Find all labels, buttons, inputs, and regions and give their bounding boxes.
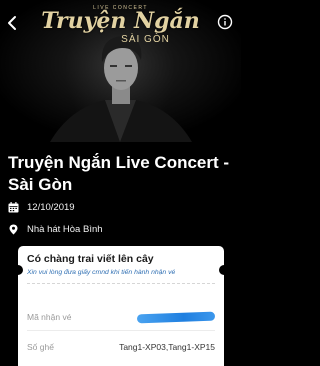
ticket-code-label: Mã nhận vé: [27, 312, 72, 322]
event-title: Truyện Ngắn Live Concert - Sài Gòn: [8, 153, 230, 194]
info-icon: [217, 14, 233, 30]
event-date-row: 12/10/2019: [8, 200, 75, 214]
event-details: Truyện Ngắn Live Concert - Sài Gòn 12/10…: [0, 142, 241, 254]
ticket-code-redacted: [136, 311, 216, 323]
event-date: 12/10/2019: [27, 201, 75, 213]
ticket-notch-right: [219, 265, 229, 275]
ticket-note: Xin vui lòng đưa giấy cmnd khi tiến hành…: [27, 269, 176, 276]
logo-title: Truyện Ngắn: [41, 8, 200, 34]
logo-subtitle: SÀI GÒN: [121, 34, 170, 45]
seat-label: Số ghế: [27, 342, 54, 352]
event-venue: Nhà hát Hòa Bình: [27, 223, 103, 235]
info-button[interactable]: [217, 14, 233, 30]
ticket-notch-left: [13, 265, 23, 275]
calendar-icon: [8, 201, 19, 212]
ticket-divider: [27, 283, 215, 284]
event-banner: LIVE CONCERT Truyện Ngắn SÀI GÒN: [0, 0, 241, 142]
location-pin-icon: [9, 224, 18, 234]
ticket-card: Có chàng trai viết lên cây Xin vui lòng …: [13, 246, 229, 366]
ticket-code-field: Mã nhận vé: [27, 307, 216, 327]
back-button[interactable]: [4, 14, 22, 32]
concert-logo: LIVE CONCERT Truyện Ngắn SÀI GÒN: [0, 5, 241, 45]
seat-value: Tang1-XP03,Tang1-XP15: [119, 342, 215, 352]
seat-field: Số ghế Tang1-XP03,Tang1-XP15: [27, 337, 215, 357]
chevron-left-icon: [8, 16, 16, 30]
ticket-title: Có chàng trai viết lên cây: [27, 253, 154, 265]
event-venue-row: Nhà hát Hòa Bình: [8, 222, 103, 236]
field-separator: [27, 330, 215, 331]
ticket-header: Có chàng trai viết lên cây Xin vui lòng …: [27, 253, 217, 276]
